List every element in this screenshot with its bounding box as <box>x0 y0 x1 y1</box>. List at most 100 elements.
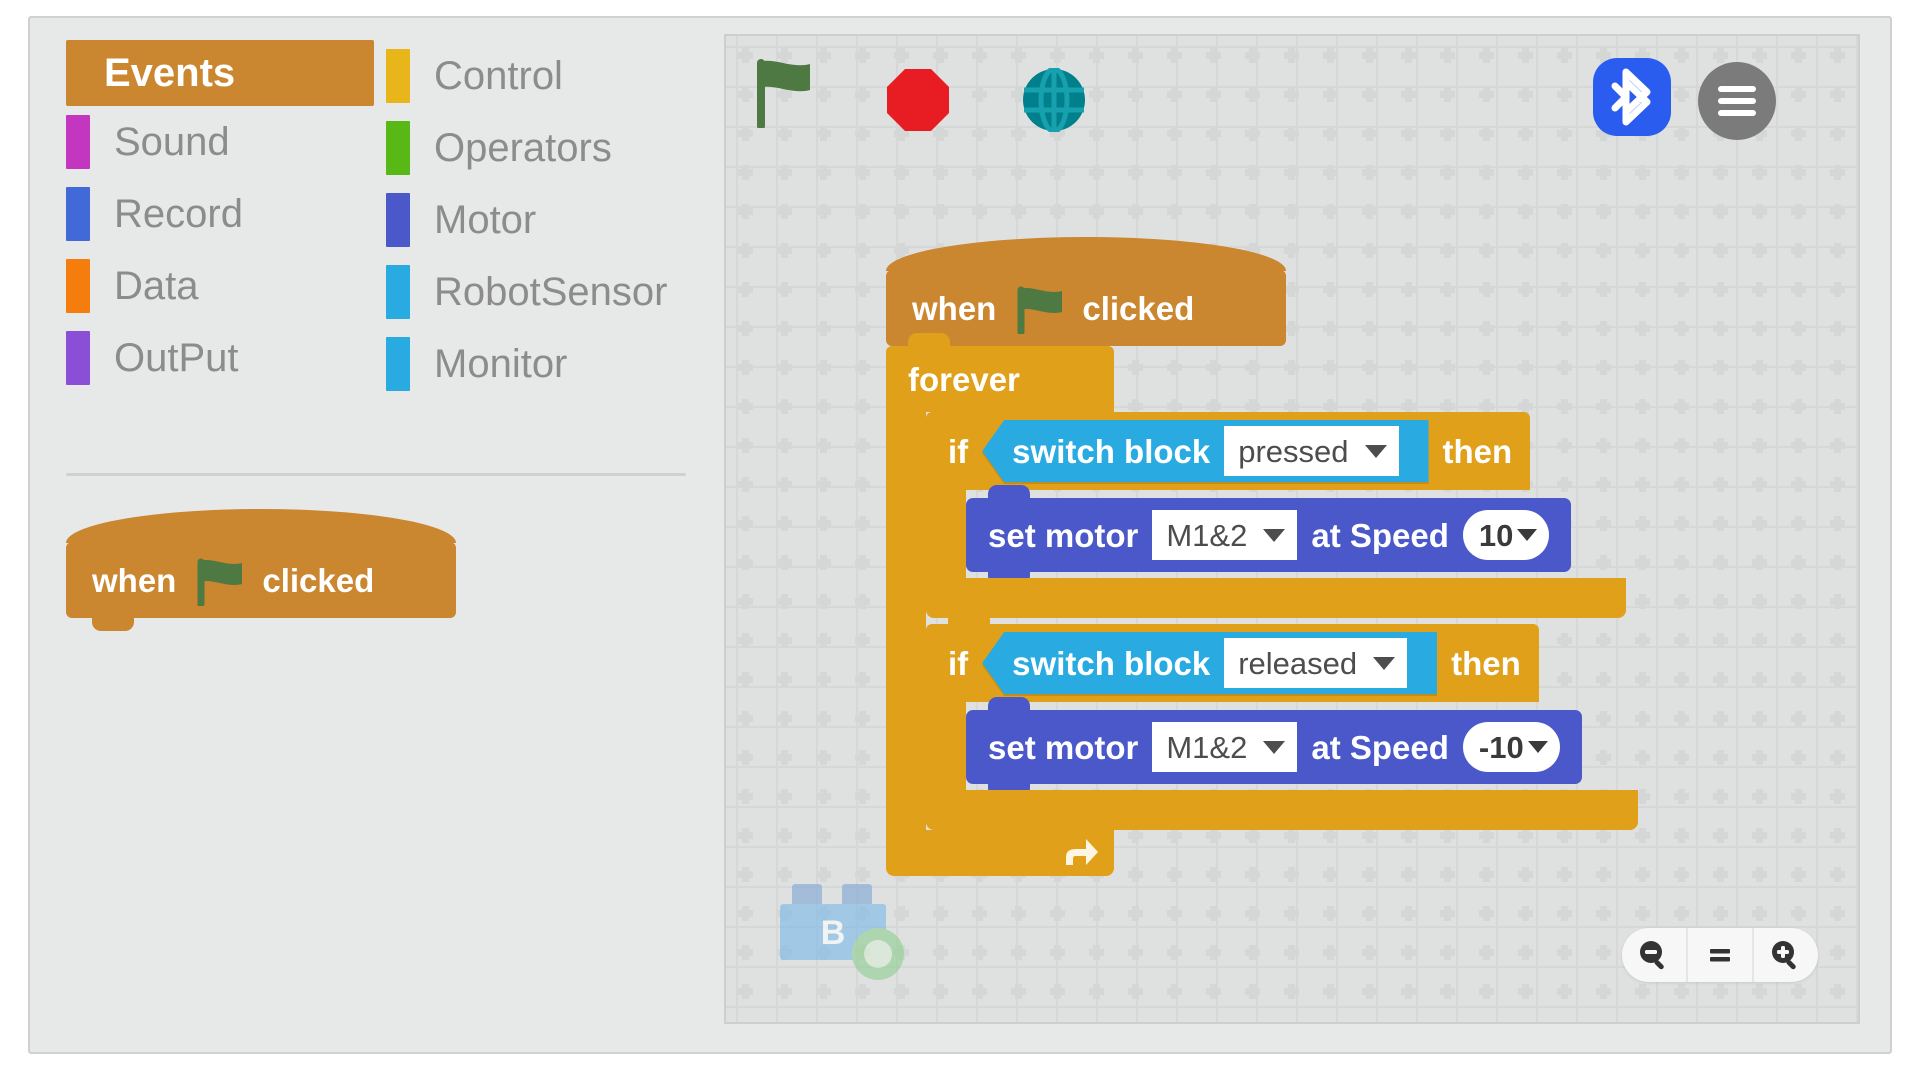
forever-left-rail <box>886 412 926 830</box>
zoom-in-icon <box>1772 941 1796 970</box>
category-monitor[interactable]: Monitor <box>386 328 696 400</box>
block-switch-block-1[interactable]: switch block pressed <box>982 420 1429 482</box>
dropdown-value: pressed <box>1238 433 1349 469</box>
block-set-motor-2[interactable]: set motor M1&2 at Speed -10 <box>966 697 1582 797</box>
if-footer-1 <box>926 578 1626 618</box>
category-color-swatch <box>386 337 410 391</box>
category-column-left: Events Sound Record Data OutPut <box>66 40 374 394</box>
motor-port-dropdown-2[interactable]: M1&2 <box>1152 722 1298 772</box>
category-data[interactable]: Data <box>66 250 374 322</box>
block-label-then: then <box>1442 432 1513 470</box>
category-label: RobotSensor <box>434 270 668 314</box>
forever-body: if switch block pressed then set motor M… <box>926 399 1638 830</box>
forever-header: forever <box>886 333 1114 412</box>
block-set-motor-1[interactable]: set motor M1&2 at Speed 10 <box>966 485 1572 585</box>
loop-arrow-icon <box>1066 839 1098 865</box>
block-label-set-motor: set motor <box>988 728 1139 766</box>
script-block-when-flag-clicked[interactable]: when clicked <box>886 236 1286 359</box>
app-window: Events Sound Record Data OutPut Control … <box>28 16 1892 1054</box>
motor-port-dropdown-1[interactable]: M1&2 <box>1152 510 1298 560</box>
script-canvas[interactable]: when clicked forever if switch block pre… <box>724 34 1860 1024</box>
block-label-if: if <box>948 644 969 682</box>
block-if-1[interactable]: if switch block pressed then set motor M… <box>926 399 1638 618</box>
hat-block-top <box>66 509 456 543</box>
motor-speed-field-1[interactable]: 10 <box>1462 510 1550 560</box>
block-label-then: then <box>1451 644 1521 682</box>
category-color-swatch <box>386 121 410 175</box>
category-operators[interactable]: Operators <box>386 112 696 184</box>
dropdown-value: M1&2 <box>1166 517 1248 553</box>
bluetooth-button[interactable] <box>1593 58 1671 136</box>
block-label-when: when <box>92 561 177 599</box>
category-color-swatch <box>66 259 90 313</box>
category-color-swatch <box>386 49 410 103</box>
switch-state-dropdown-2[interactable]: released <box>1224 638 1408 688</box>
zoom-reset-button[interactable] <box>1688 928 1752 982</box>
speed-value: 10 <box>1478 517 1514 553</box>
block-label-switch-block: switch block <box>1012 432 1211 470</box>
category-label: Record <box>114 192 243 236</box>
category-label: Motor <box>434 198 537 242</box>
block-label-set-motor: set motor <box>988 516 1139 554</box>
robot-brick-icon: B <box>780 884 904 980</box>
block-if-2[interactable]: if switch block released then set motor … <box>926 611 1638 830</box>
zoom-out-button[interactable] <box>1622 928 1686 982</box>
motor-speed-field-2[interactable]: -10 <box>1462 722 1560 772</box>
category-control[interactable]: Control <box>386 40 696 112</box>
category-color-swatch <box>66 331 90 385</box>
category-motor[interactable]: Motor <box>386 184 696 256</box>
if-body-1: set motor M1&2 at Speed 10 <box>966 485 1638 585</box>
category-robotsensor[interactable]: RobotSensor <box>386 256 696 328</box>
block-label-clicked: clicked <box>1082 289 1195 327</box>
if-header-1: if switch block pressed then <box>926 399 1531 490</box>
category-label: Control <box>434 54 563 98</box>
chevron-down-icon <box>1263 740 1286 754</box>
stop-button[interactable] <box>886 68 950 132</box>
chevron-down-icon <box>1527 741 1548 753</box>
script-stack[interactable]: when clicked forever if switch block pre… <box>886 236 1638 876</box>
hat-block-body: when clicked <box>66 542 456 631</box>
hat-block-top <box>886 237 1286 271</box>
palette-divider <box>66 473 686 476</box>
block-label-switch-block: switch block <box>1012 644 1211 682</box>
hamburger-menu-icon <box>1718 86 1756 116</box>
category-column-right: Control Operators Motor RobotSensor Moni… <box>386 40 696 400</box>
zoom-in-button[interactable] <box>1754 928 1818 982</box>
if-footer-2 <box>926 790 1638 830</box>
category-output[interactable]: OutPut <box>66 322 374 394</box>
category-sound[interactable]: Sound <box>66 106 374 178</box>
block-label-when: when <box>912 289 997 327</box>
equals-icon <box>1710 949 1730 962</box>
boolean-slot-2: switch block released <box>968 632 1451 694</box>
block-switch-block-2[interactable]: switch block released <box>982 632 1438 694</box>
globe-button[interactable] <box>1022 68 1086 132</box>
category-record[interactable]: Record <box>66 178 374 250</box>
menu-button[interactable] <box>1698 62 1776 140</box>
switch-state-dropdown-1[interactable]: pressed <box>1224 426 1399 476</box>
block-label-at-speed: at Speed <box>1311 728 1449 766</box>
category-label: Events <box>104 51 236 95</box>
category-color-swatch <box>66 187 90 241</box>
dropdown-value: M1&2 <box>1166 729 1248 765</box>
chevron-down-icon <box>1373 656 1396 670</box>
chevron-down-icon <box>1364 444 1387 458</box>
category-label: Monitor <box>434 342 568 386</box>
green-flag-button[interactable] <box>751 58 815 128</box>
chevron-down-icon <box>1517 529 1538 541</box>
category-color-swatch <box>386 265 410 319</box>
green-flag-icon <box>1017 286 1063 334</box>
block-label-clicked: clicked <box>262 561 375 599</box>
category-label: OutPut <box>114 336 239 380</box>
block-label-forever: forever <box>908 360 1020 398</box>
palette-block-when-flag-clicked[interactable]: when clicked <box>66 508 456 631</box>
category-label: Data <box>114 264 199 308</box>
chevron-down-icon <box>1263 528 1286 542</box>
if-header-2: if switch block released then <box>926 611 1539 702</box>
block-forever[interactable]: forever if switch block pressed then set… <box>886 333 1638 876</box>
block-label-at-speed: at Speed <box>1311 516 1449 554</box>
category-color-swatch <box>386 193 410 247</box>
green-flag-icon <box>197 558 243 606</box>
zoom-controls[interactable] <box>1622 928 1818 982</box>
category-events[interactable]: Events <box>66 40 374 106</box>
if-left-rail-2 <box>926 702 966 790</box>
